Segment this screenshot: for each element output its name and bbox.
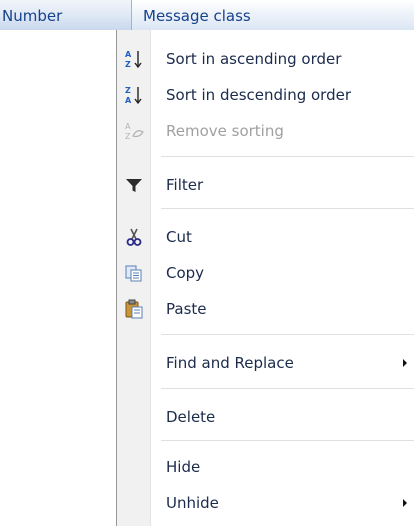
remove-sorting-icon: A Z	[123, 120, 145, 142]
svg-text:Z: Z	[125, 132, 131, 141]
menu-item-sort-ascending[interactable]: A Z Sort in ascending order	[117, 42, 414, 76]
menu-item-hide[interactable]: Hide	[117, 450, 414, 484]
svg-text:A: A	[125, 96, 132, 105]
menu-item-remove-sorting-label: Remove sorting	[166, 122, 284, 140]
menu-item-copy-label: Copy	[166, 264, 205, 282]
menu-separator	[161, 156, 414, 157]
menu-item-sort-descending-label: Sort in descending order	[166, 86, 351, 104]
filter-funnel-icon	[123, 174, 145, 196]
menu-separator	[161, 440, 414, 441]
menu-separator	[161, 334, 414, 335]
menu-item-unhide-label: Unhide	[166, 494, 219, 512]
menu-item-filter[interactable]: Filter	[117, 168, 414, 202]
menu-item-hide-label: Hide	[166, 458, 201, 476]
svg-text:Z: Z	[125, 60, 131, 69]
menu-item-filter-label: Filter	[166, 176, 204, 194]
menu-item-paste[interactable]: Paste	[117, 292, 414, 326]
column-header-number[interactable]: Number	[0, 0, 132, 30]
svg-text:A: A	[125, 122, 131, 131]
menu-item-delete-label: Delete	[166, 408, 216, 426]
svg-text:A: A	[125, 50, 132, 59]
menu-item-copy[interactable]: Copy	[117, 256, 414, 290]
context-menu: A Z Sort in ascending order Z A Sort in …	[116, 30, 414, 526]
menu-item-delete[interactable]: Delete	[117, 400, 414, 434]
menu-item-cut[interactable]: Cut	[117, 220, 414, 254]
scissors-icon	[123, 226, 145, 248]
menu-separator	[161, 388, 414, 389]
menu-item-cut-label: Cut	[166, 228, 192, 246]
menu-item-find-and-replace-label: Find and Replace	[166, 354, 294, 372]
sort-ascending-icon: A Z	[123, 48, 145, 70]
menu-item-sort-ascending-label: Sort in ascending order	[166, 50, 342, 68]
submenu-arrow-icon	[403, 359, 407, 367]
svg-text:Z: Z	[125, 86, 131, 95]
column-header-message-class-label: Message class	[143, 7, 251, 25]
menu-item-remove-sorting: A Z Remove sorting	[117, 114, 414, 148]
menu-item-unhide[interactable]: Unhide	[117, 486, 414, 520]
menu-separator	[161, 208, 414, 209]
menu-item-find-and-replace[interactable]: Find and Replace	[117, 346, 414, 380]
column-header-number-label: Number	[2, 7, 63, 25]
menu-item-sort-descending[interactable]: Z A Sort in descending order	[117, 78, 414, 112]
copy-icon	[123, 262, 145, 284]
sort-descending-icon: Z A	[123, 84, 145, 106]
grid-header: Number Message class	[0, 0, 414, 30]
menu-item-paste-label: Paste	[166, 300, 207, 318]
submenu-arrow-icon	[403, 499, 407, 507]
column-header-message-class[interactable]: Message class	[132, 0, 414, 30]
clipboard-paste-icon	[123, 298, 145, 320]
